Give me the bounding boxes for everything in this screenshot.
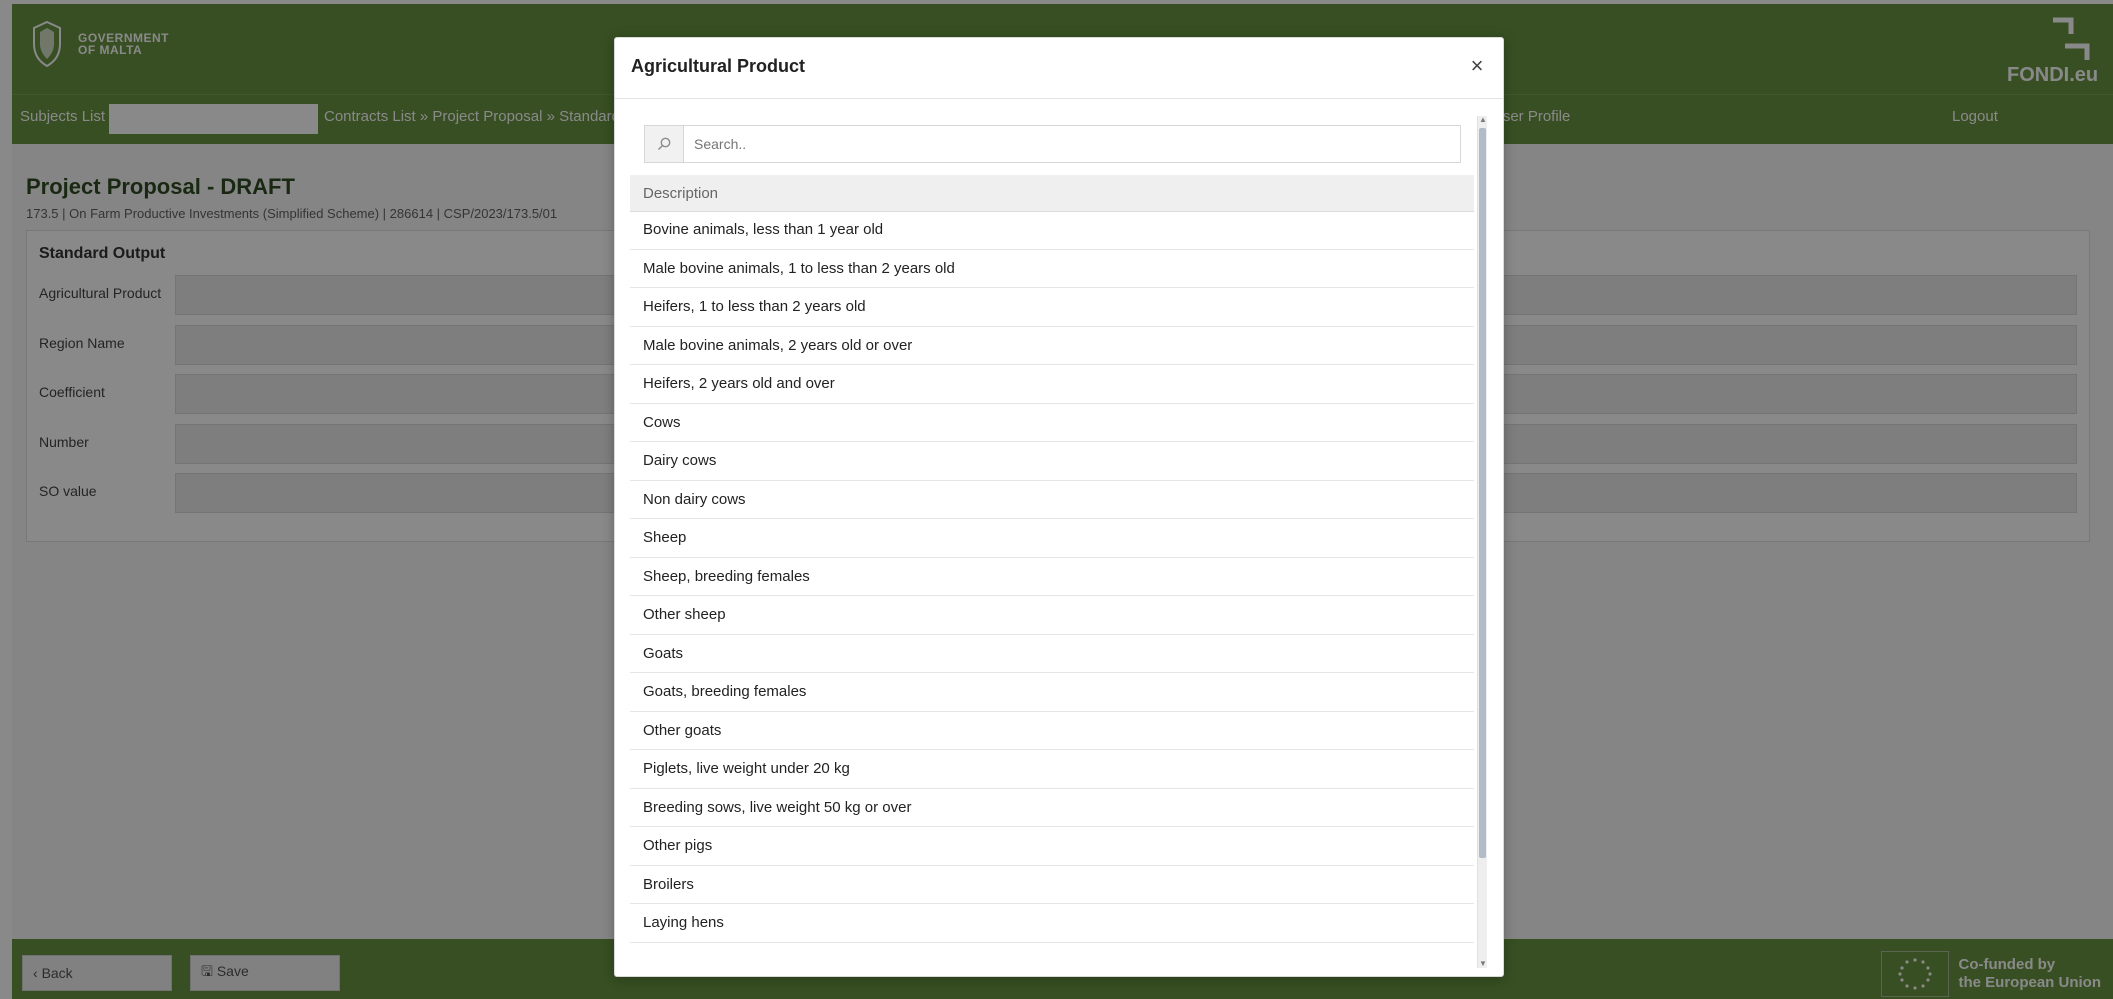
list-item[interactable]: Goats xyxy=(630,635,1474,673)
list-item[interactable]: Sheep xyxy=(630,519,1474,558)
list-header: Description xyxy=(630,175,1474,212)
list-item[interactable]: Other goats xyxy=(630,712,1474,750)
list-item[interactable]: Other pigs xyxy=(630,827,1474,866)
list-item-label: Non dairy cows xyxy=(643,490,746,508)
list-item[interactable]: Male bovine animals, 2 years old or over xyxy=(630,327,1474,365)
list-item-label: Sheep xyxy=(643,529,687,546)
list-item[interactable]: Bovine animals, less than 1 year old xyxy=(630,211,1474,250)
list-item[interactable]: Other sheep xyxy=(630,596,1474,635)
list-item[interactable]: Cows xyxy=(630,404,1474,442)
list-item-label: Heifers, 2 years old and over xyxy=(643,375,835,392)
list-item[interactable]: Goats, breeding females xyxy=(630,673,1474,712)
list-item-label: Other sheep xyxy=(643,606,726,623)
search-input[interactable] xyxy=(684,125,1461,163)
list-item[interactable]: Heifers, 1 to less than 2 years old xyxy=(630,288,1474,327)
search-bar xyxy=(644,125,1461,163)
list-item-label: Goats, breeding females xyxy=(643,683,807,700)
list-item-label: Other goats xyxy=(643,721,722,739)
description-column-header: Description xyxy=(643,185,719,202)
product-list: Bovine animals, less than 1 year old Mal… xyxy=(630,211,1474,951)
list-item-label: Laying hens xyxy=(643,914,724,931)
scroll-up-icon[interactable]: ▲ xyxy=(1479,116,1487,124)
search-icon xyxy=(658,137,671,150)
list-item[interactable]: Broilers xyxy=(630,866,1474,904)
app-root: GOVERNMENT OF MALTA FONDI.eu Subjects Li… xyxy=(0,0,2113,999)
list-item-label: Cows xyxy=(643,413,681,431)
list-item-label: Male bovine animals, 2 years old or over xyxy=(643,336,913,354)
list-item[interactable]: Male bovine animals, 1 to less than 2 ye… xyxy=(630,250,1474,288)
list-item-label: Goats xyxy=(643,644,684,662)
list-item[interactable]: Laying hens xyxy=(630,904,1474,943)
agricultural-product-modal: Agricultural Product × Description Bovin… xyxy=(614,37,1504,977)
list-item[interactable]: Piglets, live weight under 20 kg xyxy=(630,750,1474,789)
list-item-label: Sheep, breeding females xyxy=(643,567,810,585)
list-item[interactable]: Dairy cows xyxy=(630,442,1474,481)
list-item-label: Dairy cows xyxy=(643,452,717,469)
scroll-down-icon[interactable]: ▼ xyxy=(1479,960,1487,968)
close-button[interactable]: × xyxy=(1463,52,1491,80)
list-item-label: Other pigs xyxy=(643,837,713,854)
list-item-label: Breeding sows, live weight 50 kg or over xyxy=(643,798,912,816)
modal-header: Agricultural Product × xyxy=(615,38,1503,99)
list-item-label: Bovine animals, less than 1 year old xyxy=(643,221,884,238)
modal-title: Agricultural Product xyxy=(631,56,806,76)
list-item[interactable]: Breeding sows, live weight 50 kg or over xyxy=(630,789,1474,827)
list-item-label: Broilers xyxy=(643,875,694,893)
close-icon: × xyxy=(1470,53,1484,78)
list-item-label: Piglets, live weight under 20 kg xyxy=(643,760,850,777)
list-item-label: Heifers, 1 to less than 2 years old xyxy=(643,298,866,315)
list-item[interactable]: Heifers, 2 years old and over xyxy=(630,365,1474,404)
scrollbar-thumb[interactable] xyxy=(1479,128,1486,858)
list-item[interactable]: Non dairy cows xyxy=(630,481,1474,519)
list-scrollbar[interactable]: ▲ ▼ xyxy=(1477,116,1487,968)
list-item[interactable]: Sheep, breeding females xyxy=(630,558,1474,596)
search-icon-box xyxy=(644,125,684,163)
list-item-label: Male bovine animals, 1 to less than 2 ye… xyxy=(643,259,955,277)
